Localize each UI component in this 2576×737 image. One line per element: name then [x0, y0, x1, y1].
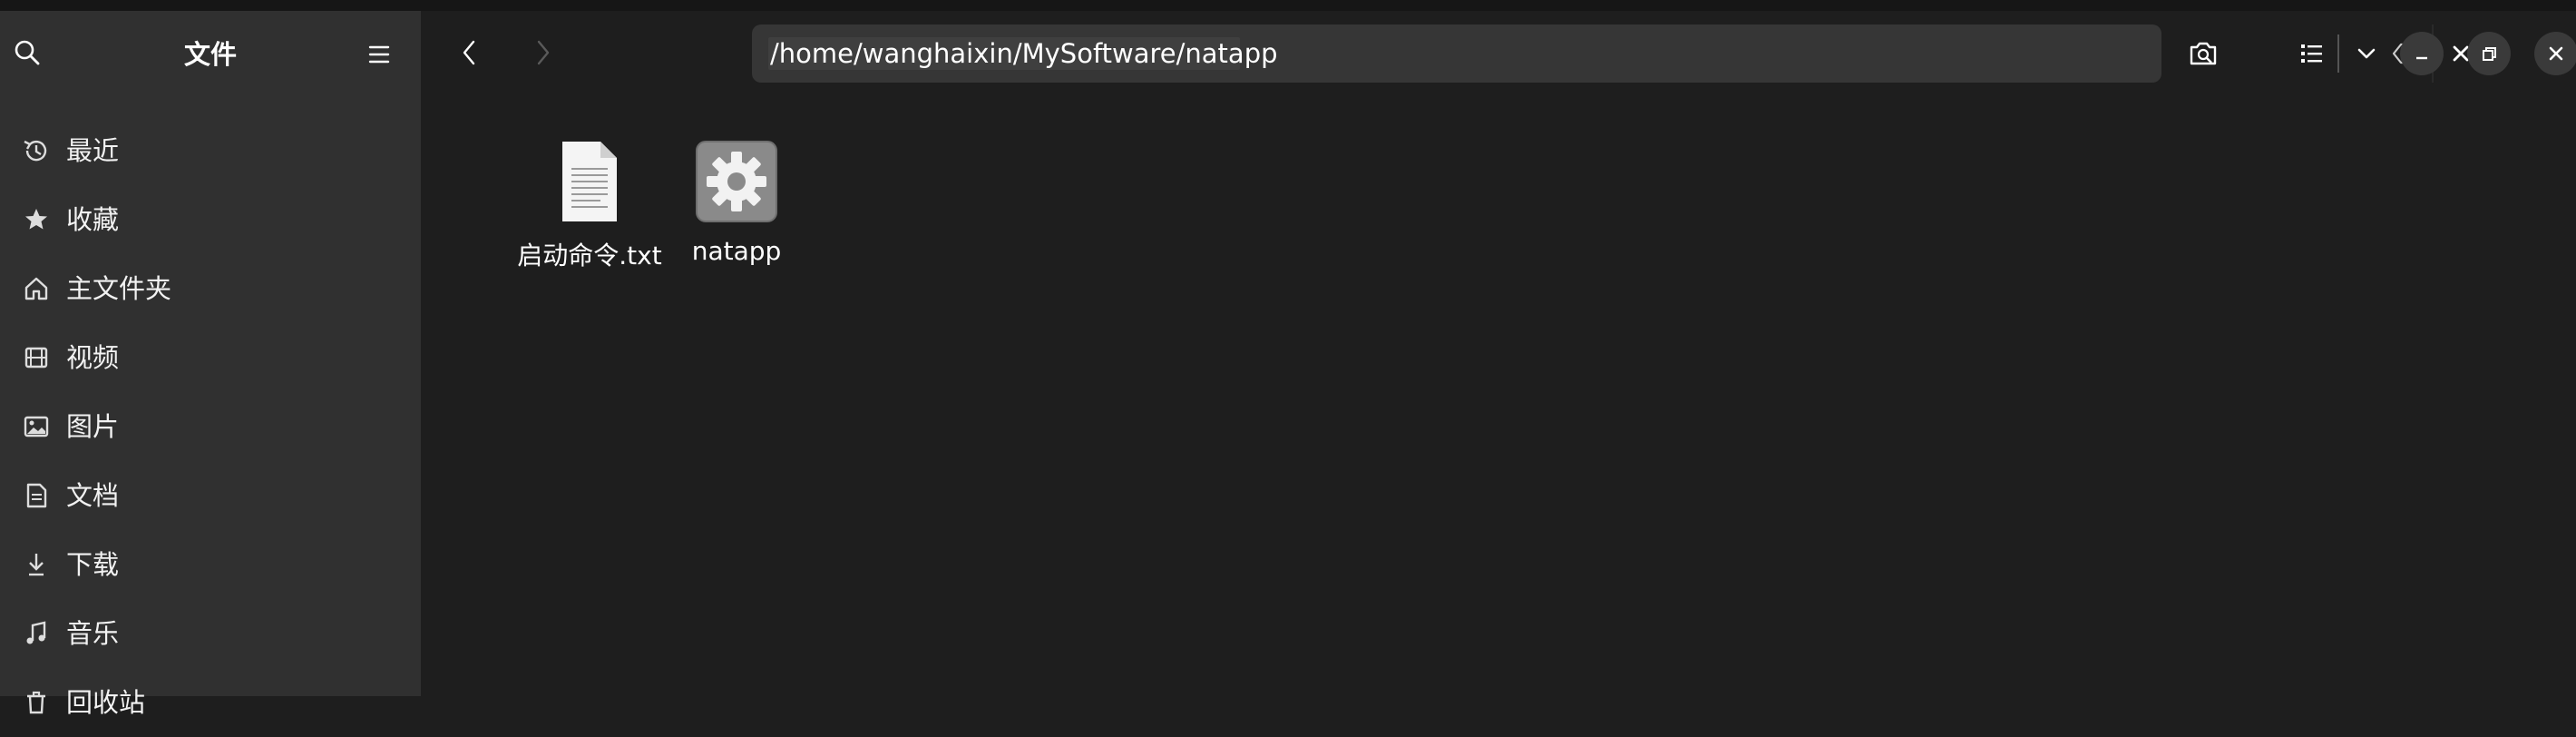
- forward-button[interactable]: [522, 33, 562, 73]
- location-input[interactable]: /home/wanghaixin/MySoftware/natapp: [770, 25, 1278, 83]
- sidebar-item-recent[interactable]: 最近: [0, 116, 421, 185]
- search-icon[interactable]: [11, 36, 44, 69]
- trash-icon: [20, 686, 53, 719]
- search-folder-icon[interactable]: [2184, 34, 2222, 73]
- minimize-button[interactable]: [2400, 32, 2444, 75]
- sidebar-item-videos[interactable]: 视频: [0, 323, 421, 392]
- restore-button[interactable]: [2467, 32, 2511, 75]
- sidebar: 文件 最近 收藏 主文件夹 视频 图片 文档 下载 音乐 回收站: [0, 11, 421, 718]
- sidebar-item-starred[interactable]: 收藏: [0, 185, 421, 254]
- document-icon: [20, 479, 53, 512]
- video-icon: [20, 341, 53, 374]
- sidebar-item-home[interactable]: 主文件夹: [0, 254, 421, 323]
- sidebar-item-trash[interactable]: 回收站: [0, 668, 421, 737]
- location-bar[interactable]: /home/wanghaixin/MySoftware/natapp: [752, 25, 2469, 83]
- sidebar-item-downloads[interactable]: 下载: [0, 530, 421, 599]
- sidebar-item-label: 主文件夹: [66, 273, 172, 304]
- sidebar-list: 最近 收藏 主文件夹 视频 图片 文档 下载 音乐 回收站: [0, 116, 421, 737]
- sidebar-item-label: 收藏: [66, 204, 120, 235]
- executable-gear-icon: [693, 138, 780, 225]
- sidebar-item-label: 回收站: [66, 687, 146, 718]
- sidebar-item-label: 图片: [66, 411, 120, 442]
- sidebar-item-label: 音乐: [66, 618, 120, 649]
- window-close-button[interactable]: [2534, 32, 2576, 75]
- recent-icon: [20, 134, 53, 167]
- text-file-icon: [546, 138, 633, 225]
- file-name: natapp: [691, 236, 782, 266]
- main-content: /home/wanghaixin/MySoftware/natapp 启动命令.…: [421, 11, 2576, 696]
- music-icon: [20, 617, 53, 650]
- download-icon: [20, 548, 53, 581]
- sidebar-title: 文件: [183, 39, 237, 70]
- sidebar-item-label: 下载: [66, 549, 120, 580]
- sidebar-item-music[interactable]: 音乐: [0, 599, 421, 668]
- image-icon: [20, 410, 53, 443]
- sidebar-item-pictures[interactable]: 图片: [0, 392, 421, 461]
- home-icon: [20, 272, 53, 305]
- top-strip: [0, 0, 2576, 11]
- file-manager-window: 文件 最近 收藏 主文件夹 视频 图片 文档 下载 音乐 回收站 /home/w…: [0, 11, 2576, 718]
- menu-icon[interactable]: [363, 38, 395, 71]
- back-button[interactable]: [450, 33, 490, 73]
- star-icon: [20, 203, 53, 236]
- toolbar-separator: [2337, 34, 2339, 73]
- sidebar-item-label: 文档: [66, 480, 120, 511]
- sidebar-item-documents[interactable]: 文档: [0, 461, 421, 530]
- sidebar-item-label: 最近: [66, 135, 120, 166]
- sidebar-header: 文件: [0, 11, 421, 94]
- sidebar-item-label: 视频: [66, 342, 120, 373]
- list-view-icon[interactable]: [2293, 34, 2331, 73]
- chevron-down-icon[interactable]: [2347, 34, 2386, 73]
